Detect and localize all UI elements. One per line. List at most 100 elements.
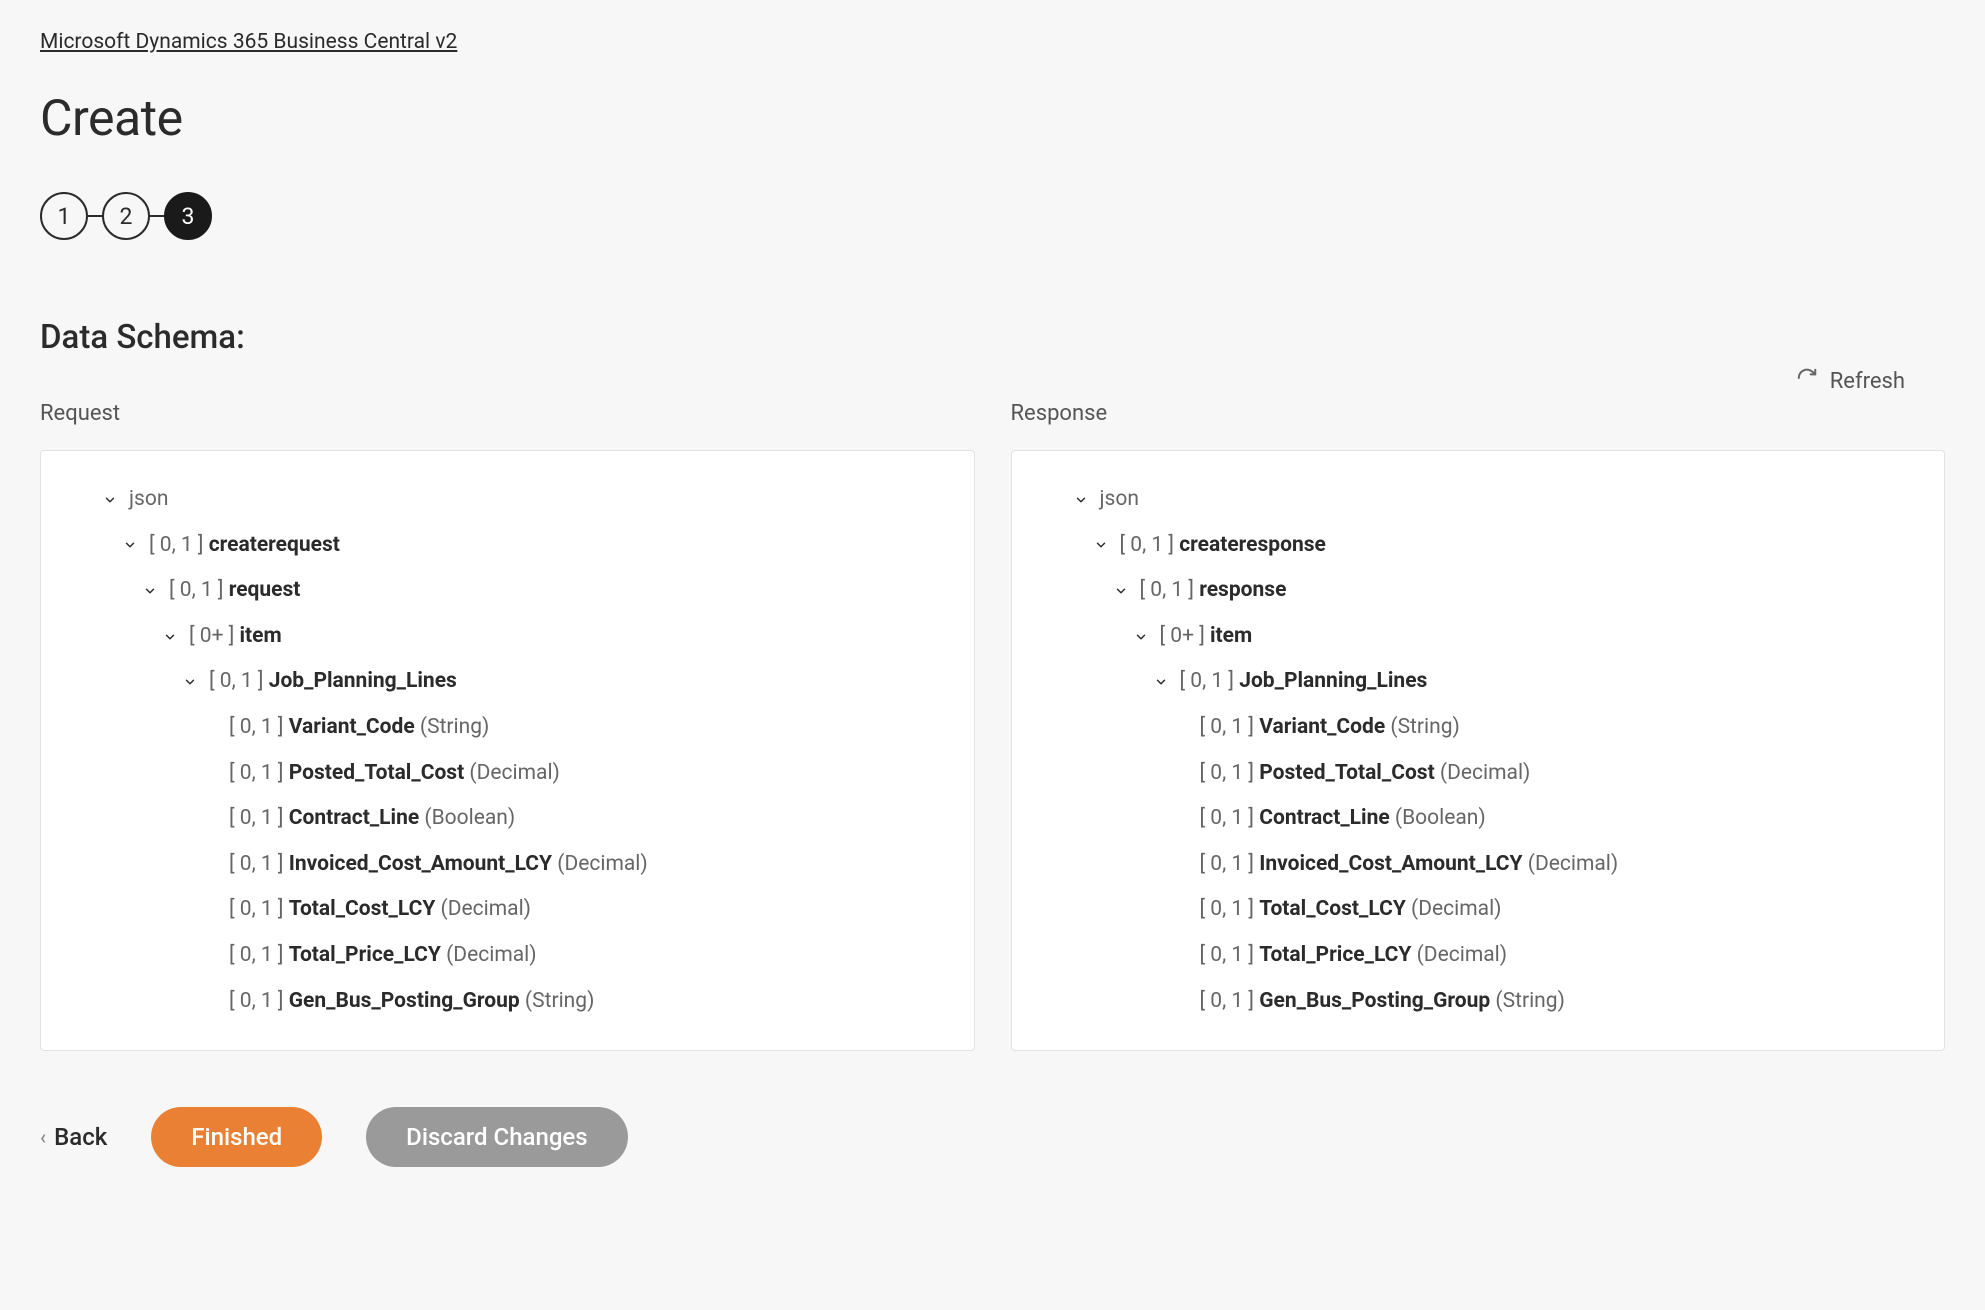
tree-row[interactable]: [ 0, 1 ] Variant_Code (String) xyxy=(59,705,956,751)
tree-row[interactable]: json xyxy=(59,477,956,523)
tree-row[interactable]: [ 0, 1 ] request xyxy=(59,568,956,614)
node-name: Total_Cost_LCY xyxy=(1259,897,1406,921)
node-name: item xyxy=(1210,624,1252,648)
node-name: Gen_Bus_Posting_Group xyxy=(289,989,520,1013)
tree-row[interactable]: [ 0, 1 ] createresponse xyxy=(1030,523,1927,569)
chevron-down-icon[interactable] xyxy=(119,538,141,552)
back-button[interactable]: ‹ Back xyxy=(40,1123,107,1151)
cardinality: [ 0, 1 ] xyxy=(1200,852,1260,876)
node-name: Contract_Line xyxy=(1259,806,1389,830)
page-title: Create xyxy=(40,90,1945,148)
node-name: Total_Price_LCY xyxy=(1259,943,1411,967)
refresh-button[interactable]: Refresh xyxy=(40,367,1945,395)
finished-button[interactable]: Finished xyxy=(151,1107,322,1167)
response-column: Response json[ 0, 1 ] createresponse[ 0,… xyxy=(1011,401,1946,1051)
cardinality: [ 0, 1 ] xyxy=(169,578,229,602)
section-title: Data Schema: xyxy=(40,318,1945,357)
node-name: Total_Cost_LCY xyxy=(289,897,436,921)
tree-row[interactable]: [ 0, 1 ] Total_Price_LCY (Decimal) xyxy=(1030,933,1927,979)
node-name: Variant_Code xyxy=(289,715,415,739)
tree-row[interactable]: [ 0+ ] item xyxy=(59,614,956,660)
node-type: (Decimal) xyxy=(1411,943,1507,967)
stepper: 1 2 3 xyxy=(40,192,1945,240)
cardinality: [ 0, 1 ] xyxy=(229,989,289,1013)
node-type: (Decimal) xyxy=(1406,897,1502,921)
chevron-down-icon[interactable] xyxy=(1070,493,1092,507)
tree-row[interactable]: json xyxy=(1030,477,1927,523)
tree-row[interactable]: [ 0, 1 ] Posted_Total_Cost (Decimal) xyxy=(1030,751,1927,797)
tree-row[interactable]: [ 0, 1 ] Job_Planning_Lines xyxy=(59,659,956,705)
node-name: Invoiced_Cost_Amount_LCY xyxy=(289,852,552,876)
node-name: Gen_Bus_Posting_Group xyxy=(1259,989,1490,1013)
cardinality: [ 0, 1 ] xyxy=(1200,806,1260,830)
refresh-label: Refresh xyxy=(1830,369,1905,394)
tree-row[interactable]: [ 0, 1 ] Contract_Line (Boolean) xyxy=(1030,796,1927,842)
chevron-down-icon[interactable] xyxy=(99,493,121,507)
tree-row[interactable]: [ 0, 1 ] Gen_Bus_Posting_Group (String) xyxy=(59,979,956,1025)
cardinality: [ 0, 1 ] xyxy=(1120,533,1180,557)
refresh-icon xyxy=(1796,367,1818,395)
node-name: Job_Planning_Lines xyxy=(269,669,457,693)
cardinality: [ 0, 1 ] xyxy=(1200,897,1260,921)
tree-row[interactable]: [ 0+ ] item xyxy=(1030,614,1927,660)
node-type: (Decimal) xyxy=(464,761,560,785)
request-label: Request xyxy=(40,401,975,426)
back-label: Back xyxy=(54,1123,107,1151)
node-type: (Decimal) xyxy=(435,897,531,921)
cardinality: [ 0+ ] xyxy=(189,624,239,648)
node-type: (String) xyxy=(520,989,595,1013)
chevron-down-icon[interactable] xyxy=(1110,584,1132,598)
cardinality: [ 0, 1 ] xyxy=(149,533,209,557)
node-type: (Decimal) xyxy=(441,943,537,967)
cardinality: [ 0, 1 ] xyxy=(1200,715,1260,739)
chevron-down-icon[interactable] xyxy=(1130,630,1152,644)
tree-row[interactable]: [ 0, 1 ] Variant_Code (String) xyxy=(1030,705,1927,751)
step-connector xyxy=(150,215,164,218)
tree-row[interactable]: [ 0, 1 ] Total_Cost_LCY (Decimal) xyxy=(59,887,956,933)
tree-row[interactable]: [ 0, 1 ] Job_Planning_Lines xyxy=(1030,659,1927,705)
cardinality: [ 0, 1 ] xyxy=(229,852,289,876)
tree-row[interactable]: [ 0, 1 ] Total_Cost_LCY (Decimal) xyxy=(1030,887,1927,933)
chevron-down-icon[interactable] xyxy=(1150,675,1172,689)
node-type: (Boolean) xyxy=(1390,806,1486,830)
step-3[interactable]: 3 xyxy=(164,192,212,240)
node-name: createrequest xyxy=(209,533,340,557)
step-connector xyxy=(88,215,102,218)
node-name: json xyxy=(1100,487,1139,511)
chevron-down-icon[interactable] xyxy=(179,675,201,689)
node-name: Posted_Total_Cost xyxy=(1259,761,1434,785)
chevron-down-icon[interactable] xyxy=(139,584,161,598)
node-name: response xyxy=(1199,578,1286,602)
discard-button[interactable]: Discard Changes xyxy=(366,1107,627,1167)
breadcrumb[interactable]: Microsoft Dynamics 365 Business Central … xyxy=(40,30,457,54)
node-name: createresponse xyxy=(1179,533,1326,557)
tree-row[interactable]: [ 0, 1 ] Posted_Total_Cost (Decimal) xyxy=(59,751,956,797)
cardinality: [ 0, 1 ] xyxy=(1180,669,1240,693)
node-name: Posted_Total_Cost xyxy=(289,761,464,785)
tree-row[interactable]: [ 0, 1 ] Total_Price_LCY (Decimal) xyxy=(59,933,956,979)
step-2[interactable]: 2 xyxy=(102,192,150,240)
node-name: Total_Price_LCY xyxy=(289,943,441,967)
tree-row[interactable]: [ 0, 1 ] response xyxy=(1030,568,1927,614)
request-column: Request json[ 0, 1 ] createrequest[ 0, 1… xyxy=(40,401,975,1051)
node-type: (Boolean) xyxy=(419,806,515,830)
node-name: Job_Planning_Lines xyxy=(1239,669,1427,693)
tree-row[interactable]: [ 0, 1 ] Invoiced_Cost_Amount_LCY (Decim… xyxy=(1030,842,1927,888)
response-tree: json[ 0, 1 ] createresponse[ 0, 1 ] resp… xyxy=(1011,450,1946,1051)
chevron-left-icon: ‹ xyxy=(40,1125,46,1149)
node-name: Contract_Line xyxy=(289,806,419,830)
node-type: (String) xyxy=(415,715,490,739)
cardinality: [ 0, 1 ] xyxy=(229,943,289,967)
chevron-down-icon[interactable] xyxy=(159,630,181,644)
cardinality: [ 0, 1 ] xyxy=(1200,989,1260,1013)
node-type: (String) xyxy=(1490,989,1565,1013)
tree-row[interactable]: [ 0, 1 ] Invoiced_Cost_Amount_LCY (Decim… xyxy=(59,842,956,888)
node-type: (Decimal) xyxy=(552,852,648,876)
node-type: (Decimal) xyxy=(1523,852,1619,876)
chevron-down-icon[interactable] xyxy=(1090,538,1112,552)
tree-row[interactable]: [ 0, 1 ] createrequest xyxy=(59,523,956,569)
node-name: Invoiced_Cost_Amount_LCY xyxy=(1259,852,1522,876)
tree-row[interactable]: [ 0, 1 ] Gen_Bus_Posting_Group (String) xyxy=(1030,979,1927,1025)
step-1[interactable]: 1 xyxy=(40,192,88,240)
tree-row[interactable]: [ 0, 1 ] Contract_Line (Boolean) xyxy=(59,796,956,842)
